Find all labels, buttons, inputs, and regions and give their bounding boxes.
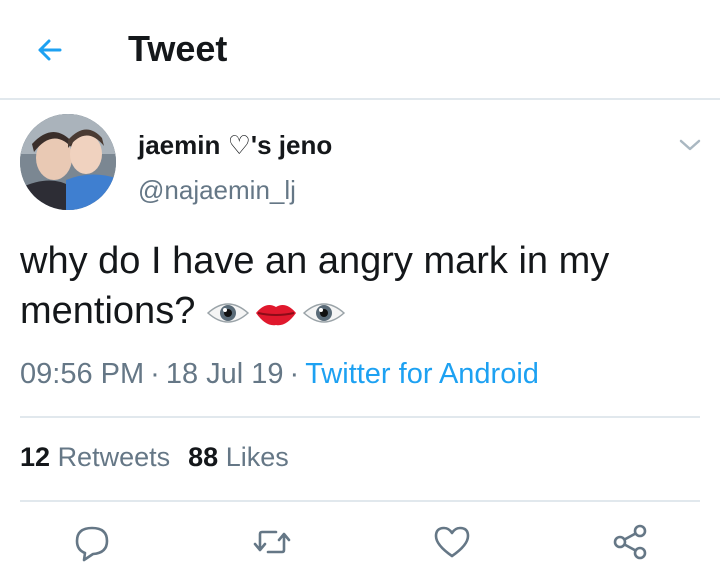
chevron-down-icon[interactable]: [678, 136, 702, 154]
tweet-meta: 09:56 PM · 18 Jul 19 · Twitter for Android: [20, 358, 539, 391]
likes-stat[interactable]: 88 Likes: [188, 442, 289, 472]
reply-icon[interactable]: [72, 522, 112, 562]
retweet-icon[interactable]: [252, 522, 292, 562]
likes-count: 88: [188, 442, 219, 472]
emoji-row: [206, 290, 350, 332]
separator-dot: ·: [289, 358, 300, 390]
retweets-count: 12: [20, 442, 51, 472]
share-icon[interactable]: [610, 522, 650, 562]
tweet-stats: 12 Retweets 88 Likes: [20, 442, 289, 473]
top-bar: Tweet: [0, 0, 720, 100]
user-handle[interactable]: @najaemin_lj: [138, 175, 296, 206]
tweet-source-link[interactable]: Twitter for Android: [305, 358, 539, 390]
separator-dot: ·: [150, 358, 160, 390]
tweet-time: 09:56 PM: [20, 358, 145, 390]
retweets-label: Retweets: [57, 442, 171, 472]
likes-label: Likes: [225, 442, 289, 472]
tweet-text: why do I have an angry mark in my mentio…: [20, 236, 700, 336]
divider: [20, 416, 700, 418]
eye-emoji-icon: [206, 303, 250, 323]
lips-emoji-icon: [255, 304, 296, 326]
arrow-left-icon[interactable]: [30, 30, 70, 70]
eye-emoji-icon: [302, 303, 346, 323]
avatar[interactable]: [20, 114, 116, 210]
page-title: Tweet: [128, 28, 228, 69]
avatar-photo: [20, 114, 116, 210]
tweet-date: 18 Jul 19: [165, 358, 284, 390]
like-icon[interactable]: [432, 522, 472, 562]
divider: [20, 500, 700, 502]
retweets-stat[interactable]: 12 Retweets: [20, 442, 170, 472]
display-name[interactable]: jaemin ♡'s jeno: [138, 130, 332, 161]
